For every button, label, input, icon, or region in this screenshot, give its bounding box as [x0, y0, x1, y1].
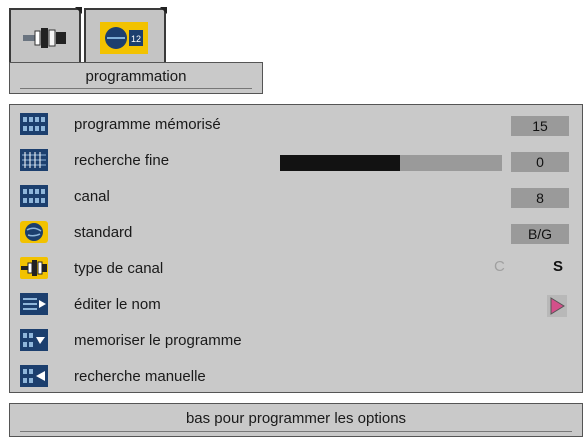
help-footer: bas pour programmer les options: [9, 403, 583, 437]
fine-tune-icon: [20, 149, 48, 171]
tab-programmation[interactable]: 12: [84, 7, 167, 62]
store-program-icon: [20, 329, 48, 351]
globe-icon: [20, 221, 48, 243]
help-text: bas pour programmer les options: [185, 410, 407, 427]
footer-underline: [20, 431, 572, 432]
tab-corner-mark: [160, 7, 167, 14]
row-label: type de canal: [74, 260, 164, 277]
channel-type-option-c[interactable]: C: [494, 258, 505, 275]
tab-corner-mark: [75, 7, 82, 14]
row-label: éditer le nom: [74, 296, 161, 313]
tab-connection[interactable]: [9, 7, 82, 62]
row-label: standard: [74, 224, 133, 241]
row-recherche-fine[interactable]: recherche fine 0: [10, 143, 582, 180]
settings-panel: programme mémorisé 15 recherche fine 0 c…: [9, 104, 583, 393]
page-title-bar: programmation: [9, 62, 263, 94]
channel-grid-icon: [20, 185, 48, 207]
fine-tune-slider-fill: [280, 155, 400, 171]
channel-value[interactable]: 8: [511, 188, 569, 208]
row-standard[interactable]: standard B/G: [10, 215, 582, 252]
row-recherche-manuelle[interactable]: recherche manuelle: [10, 359, 582, 396]
row-programme-memorise[interactable]: programme mémorisé 15: [10, 107, 582, 144]
row-editer-le-nom[interactable]: éditer le nom: [10, 287, 582, 324]
title-underline: [20, 88, 252, 89]
row-label: recherche manuelle: [74, 368, 206, 385]
memory-grid-icon: [20, 113, 48, 135]
svg-text:12: 12: [131, 34, 141, 44]
page-title: programmation: [85, 68, 187, 85]
channel-type-option-s[interactable]: S: [553, 258, 563, 275]
row-memoriser-le-programme[interactable]: memoriser le programme: [10, 323, 582, 360]
play-arrow-icon[interactable]: [547, 295, 567, 317]
tv-channel-icon: 12: [100, 22, 148, 54]
row-type-de-canal[interactable]: type de canal C S: [10, 251, 582, 288]
row-label: recherche fine: [74, 152, 170, 169]
program-number-value[interactable]: 15: [511, 116, 569, 136]
row-canal[interactable]: canal 8: [10, 179, 582, 216]
connector-icon: [20, 257, 48, 279]
edit-name-icon: [20, 293, 48, 315]
fine-tune-slider[interactable]: [280, 155, 502, 171]
fine-tune-value[interactable]: 0: [511, 152, 569, 172]
row-label: programme mémorisé: [74, 116, 221, 133]
row-label: canal: [74, 188, 110, 205]
manual-search-icon: [20, 365, 48, 387]
row-label: memoriser le programme: [74, 332, 242, 349]
connector-icon: [23, 28, 66, 48]
standard-value[interactable]: B/G: [511, 224, 569, 244]
